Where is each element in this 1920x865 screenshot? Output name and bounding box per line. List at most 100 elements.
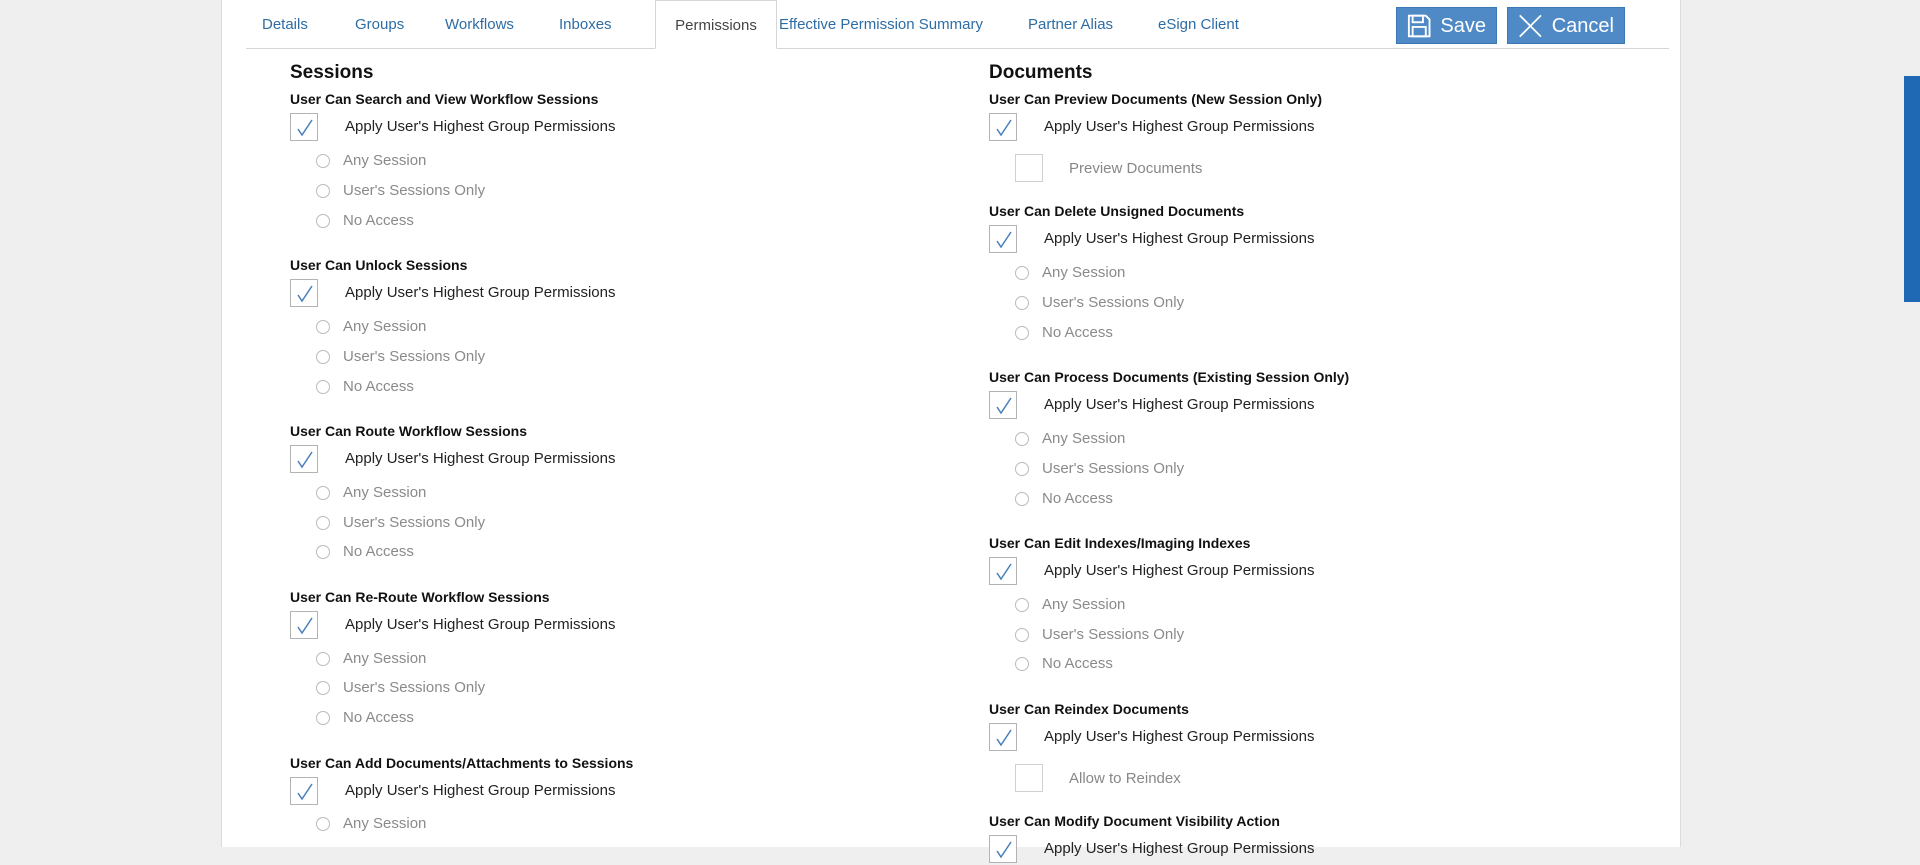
apply-group-permissions-label: Apply User's Highest Group Permissions: [1044, 396, 1315, 413]
apply-group-permissions-label: Apply User's Highest Group Permissions: [1044, 230, 1315, 247]
preview-documents-checkbox[interactable]: [1015, 154, 1043, 182]
radio-button[interactable]: [316, 184, 330, 198]
tab-groups[interactable]: Groups: [355, 0, 404, 48]
apply-group-permissions-checkbox[interactable]: [989, 391, 1017, 419]
save-button[interactable]: Save: [1396, 7, 1497, 44]
radio-button[interactable]: [316, 486, 330, 500]
tab-details[interactable]: Details: [262, 0, 308, 48]
radio-button[interactable]: [1015, 432, 1029, 446]
apply-group-permissions-label: Apply User's Highest Group Permissions: [345, 616, 616, 633]
radio-label: No Access: [343, 378, 414, 395]
radio-button[interactable]: [1015, 266, 1029, 280]
radio-label: Any Session: [343, 318, 427, 335]
checkmark-icon: [996, 397, 1012, 415]
radio-button[interactable]: [316, 380, 330, 394]
tab-partner-alias[interactable]: Partner Alias: [1028, 0, 1113, 48]
radio-button[interactable]: [316, 681, 330, 695]
tab-bar: Details Groups Workflows Inboxes Permiss…: [246, 0, 1669, 49]
radio-button[interactable]: [1015, 462, 1029, 476]
permission-title: User Can Re-Route Workflow Sessions: [290, 589, 550, 605]
radio-button[interactable]: [316, 154, 330, 168]
checkmark-icon: [996, 231, 1012, 249]
radio-button[interactable]: [316, 711, 330, 725]
permission-title: User Can Process Documents (Existing Ses…: [989, 369, 1350, 385]
radio-label: No Access: [1042, 490, 1113, 507]
documents-heading: Documents: [989, 62, 1093, 83]
radio-label: Any Session: [343, 484, 427, 501]
radio-label: No Access: [1042, 324, 1113, 341]
save-label: Save: [1440, 15, 1486, 37]
radio-button[interactable]: [1015, 296, 1029, 310]
checkmark-icon: [996, 841, 1012, 859]
radio-label: No Access: [343, 709, 414, 726]
radio-label: Any Session: [343, 650, 427, 667]
apply-group-permissions-checkbox[interactable]: [290, 611, 318, 639]
checkmark-icon: [996, 729, 1012, 747]
radio-button[interactable]: [316, 320, 330, 334]
radio-button[interactable]: [316, 817, 330, 831]
apply-group-permissions-checkbox[interactable]: [989, 835, 1017, 863]
radio-button[interactable]: [1015, 657, 1029, 671]
permission-title: User Can Unlock Sessions: [290, 257, 468, 273]
apply-group-permissions-label: Apply User's Highest Group Permissions: [1044, 562, 1315, 579]
radio-button[interactable]: [316, 545, 330, 559]
apply-group-permissions-label: Apply User's Highest Group Permissions: [1044, 840, 1315, 857]
radio-label: Any Session: [343, 152, 427, 169]
tab-workflows[interactable]: Workflows: [445, 0, 514, 48]
apply-group-permissions-checkbox[interactable]: [290, 445, 318, 473]
apply-group-permissions-checkbox[interactable]: [989, 225, 1017, 253]
radio-button[interactable]: [316, 516, 330, 530]
permission-title: User Can Add Documents/Attachments to Se…: [290, 755, 634, 771]
apply-group-permissions-checkbox[interactable]: [989, 723, 1017, 751]
cancel-label: Cancel: [1551, 15, 1614, 37]
cancel-button[interactable]: Cancel: [1507, 7, 1625, 44]
permission-title: User Can Reindex Documents: [989, 701, 1189, 717]
close-icon: [1519, 14, 1542, 37]
floppy-disk-icon: [1407, 14, 1431, 37]
scrollbar-thumb[interactable]: [1904, 76, 1920, 302]
tab-effective-permission-summary[interactable]: Effective Permission Summary: [779, 0, 983, 48]
checkmark-icon: [297, 285, 313, 303]
tab-permissions[interactable]: Permissions: [655, 0, 777, 49]
radio-button[interactable]: [316, 350, 330, 364]
radio-button[interactable]: [316, 214, 330, 228]
permission-title: User Can Search and View Workflow Sessio…: [290, 91, 599, 107]
sessions-heading: Sessions: [290, 62, 374, 83]
radio-label: No Access: [343, 543, 414, 560]
radio-label: User's Sessions Only: [343, 679, 486, 696]
radio-label: Any Session: [1042, 596, 1126, 613]
apply-group-permissions-label: Apply User's Highest Group Permissions: [1044, 118, 1315, 135]
checkmark-icon: [996, 563, 1012, 581]
apply-group-permissions-checkbox[interactable]: [290, 113, 318, 141]
apply-group-permissions-checkbox[interactable]: [989, 557, 1017, 585]
preview-documents-label: Preview Documents: [1069, 160, 1203, 177]
checkmark-icon: [297, 783, 313, 801]
apply-group-permissions-checkbox[interactable]: [989, 113, 1017, 141]
allow-to-reindex-checkbox[interactable]: [1015, 764, 1043, 792]
tab-inboxes[interactable]: Inboxes: [559, 0, 612, 48]
apply-group-permissions-checkbox[interactable]: [290, 279, 318, 307]
tab-esign-client[interactable]: eSign Client: [1158, 0, 1239, 48]
radio-label: No Access: [343, 212, 414, 229]
apply-group-permissions-checkbox[interactable]: [290, 777, 318, 805]
radio-label: Any Session: [343, 815, 427, 832]
apply-group-permissions-label: Apply User's Highest Group Permissions: [345, 450, 616, 467]
radio-button[interactable]: [1015, 492, 1029, 506]
apply-group-permissions-label: Apply User's Highest Group Permissions: [1044, 728, 1315, 745]
radio-label: User's Sessions Only: [1042, 294, 1185, 311]
radio-button[interactable]: [1015, 628, 1029, 642]
radio-button[interactable]: [1015, 598, 1029, 612]
radio-label: User's Sessions Only: [1042, 460, 1185, 477]
radio-button[interactable]: [316, 652, 330, 666]
main-panel: Details Groups Workflows Inboxes Permiss…: [221, 0, 1681, 863]
permission-title: User Can Delete Unsigned Documents: [989, 203, 1245, 219]
radio-label: User's Sessions Only: [343, 182, 486, 199]
apply-group-permissions-label: Apply User's Highest Group Permissions: [345, 118, 616, 135]
radio-button[interactable]: [1015, 326, 1029, 340]
checkmark-icon: [297, 119, 313, 137]
permission-title: User Can Preview Documents (New Session …: [989, 91, 1322, 107]
radio-label: User's Sessions Only: [343, 348, 486, 365]
allow-to-reindex-label: Allow to Reindex: [1069, 770, 1181, 787]
permission-title: User Can Route Workflow Sessions: [290, 423, 528, 439]
apply-group-permissions-label: Apply User's Highest Group Permissions: [345, 284, 616, 301]
